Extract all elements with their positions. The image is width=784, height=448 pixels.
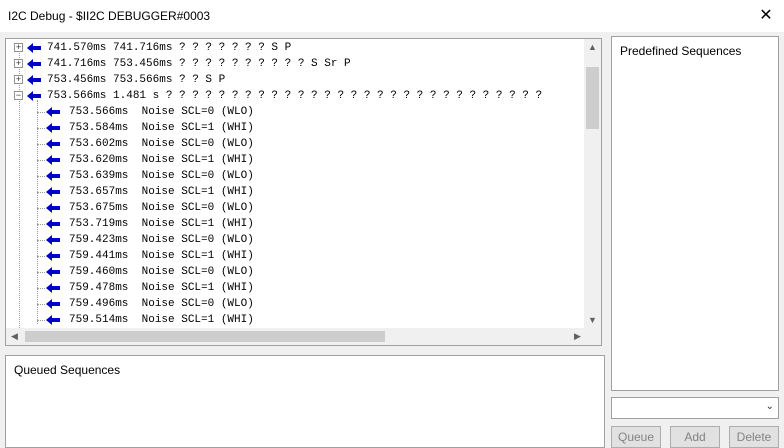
scrollbar-corner (584, 328, 601, 345)
tree-child-row[interactable]: 759.423ms Noise SCL=0 (WLO) (46, 232, 566, 248)
tree-rows: +741.570ms 741.716ms ? ? ? ? ? ? ? S P +7… (6, 39, 586, 331)
close-icon[interactable]: ✕ (756, 6, 776, 26)
delete-button[interactable]: Delete (729, 426, 779, 448)
plus-icon[interactable]: + (14, 43, 23, 52)
predefined-sequences-list[interactable]: Predefined Sequences (611, 36, 779, 391)
tree-connector-line (37, 240, 45, 241)
tree-row-text: 753.620ms Noise SCL=1 (WHI) (69, 154, 254, 166)
tree-row-text: 759.441ms Noise SCL=1 (WHI) (69, 250, 254, 262)
left-arrow-icon (27, 43, 41, 53)
tree-connector-line (37, 304, 45, 305)
tree-child-row[interactable]: 759.460ms Noise SCL=0 (WLO) (46, 264, 566, 280)
left-arrow-icon (46, 187, 60, 197)
tree-row-text: 759.478ms Noise SCL=1 (WHI) (69, 282, 254, 294)
tree-row-text: 759.423ms Noise SCL=0 (WLO) (69, 234, 254, 246)
add-button[interactable]: Add (670, 426, 720, 448)
minus-icon[interactable]: − (14, 91, 23, 100)
tree-connector-line (37, 272, 45, 273)
tree-connector-line (37, 144, 45, 145)
tree-row[interactable]: +741.570ms 741.716ms ? ? ? ? ? ? ? S P (14, 40, 584, 56)
left-arrow-icon (46, 299, 60, 309)
queue-button[interactable]: Queue (611, 426, 661, 448)
tree-connector-line (37, 256, 45, 257)
left-arrow-icon (46, 251, 60, 261)
tree-connector-line (37, 160, 45, 161)
tree-child-row[interactable]: 753.602ms Noise SCL=0 (WLO) (46, 136, 566, 152)
tree-child-row[interactable]: 753.657ms Noise SCL=1 (WHI) (46, 184, 566, 200)
tree-child-row[interactable]: 759.514ms Noise SCL=1 (WHI) (46, 312, 566, 328)
tree-row-text: 753.675ms Noise SCL=0 (WLO) (69, 202, 254, 214)
tree-child-row[interactable]: 759.496ms Noise SCL=0 (WLO) (46, 296, 566, 312)
tree-row[interactable]: +753.456ms 753.566ms ? ? S P (14, 72, 584, 88)
tree-row-text: 741.716ms 753.456ms ? ? ? ? ? ? ? ? ? ? … (47, 58, 351, 70)
horizontal-scrollbar[interactable]: ◀ ▶ (6, 328, 586, 345)
transaction-tree[interactable]: +741.570ms 741.716ms ? ? ? ? ? ? ? S P +7… (5, 38, 602, 346)
queued-sequences-label: Queued Sequences (14, 363, 121, 377)
title-bar: I2C Debug - $II2C DEBUGGER#0003 ✕ (0, 0, 784, 32)
predefined-sequences-label: Predefined Sequences (620, 44, 742, 58)
scroll-up-icon[interactable]: ▲ (584, 39, 601, 56)
left-arrow-icon (46, 283, 60, 293)
tree-row-text: 741.570ms 741.716ms ? ? ? ? ? ? ? S P (47, 42, 292, 54)
tree-child-row[interactable]: 759.441ms Noise SCL=1 (WHI) (46, 248, 566, 264)
tree-connector-line (37, 192, 45, 193)
left-arrow-icon (46, 267, 60, 277)
vertical-scroll-thumb[interactable] (586, 67, 599, 129)
tree-row-text: 753.639ms Noise SCL=0 (WLO) (69, 170, 254, 182)
tree-connector-line (37, 320, 45, 321)
tree-child-row[interactable]: 753.639ms Noise SCL=0 (WLO) (46, 168, 566, 184)
tree-connector-line (37, 288, 45, 289)
tree-child-row[interactable]: 753.675ms Noise SCL=0 (WLO) (46, 200, 566, 216)
window-title: I2C Debug - $II2C DEBUGGER#0003 (8, 9, 211, 23)
tree-connector-line (37, 128, 45, 129)
left-arrow-icon (46, 107, 60, 117)
horizontal-scroll-thumb[interactable] (25, 331, 385, 342)
chevron-down-icon: ⌄ (765, 401, 774, 412)
left-arrow-icon (46, 123, 60, 133)
tree-child-row[interactable]: 759.478ms Noise SCL=1 (WHI) (46, 280, 566, 296)
left-arrow-icon (46, 139, 60, 149)
sequence-select[interactable]: ⌄ (611, 397, 779, 419)
tree-row-text: 753.584ms Noise SCL=1 (WHI) (69, 122, 254, 134)
tree-row[interactable]: − 753.566ms 1.481 s ? ? ? ? ? ? ? ? ? ? ?… (14, 88, 584, 104)
scroll-down-icon[interactable]: ▼ (584, 312, 601, 329)
tree-connector-line (37, 208, 45, 209)
left-arrow-icon (46, 219, 60, 229)
left-arrow-icon (46, 155, 60, 165)
tree-connector-line (37, 112, 45, 113)
tree-row[interactable]: +741.716ms 753.456ms ? ? ? ? ? ? ? ? ? ?… (14, 56, 584, 72)
plus-icon[interactable]: + (14, 59, 23, 68)
tree-connector-line (37, 100, 38, 324)
scroll-left-icon[interactable]: ◀ (6, 328, 23, 345)
tree-child-row[interactable]: 753.566ms Noise SCL=0 (WLO) (46, 104, 566, 120)
tree-row-text: 759.460ms Noise SCL=0 (WLO) (69, 266, 254, 278)
left-arrow-icon (46, 235, 60, 245)
tree-row-text: 753.456ms 753.566ms ? ? S P (47, 74, 226, 86)
plus-icon[interactable]: + (14, 75, 23, 84)
tree-child-row[interactable]: 753.620ms Noise SCL=1 (WHI) (46, 152, 566, 168)
left-arrow-icon (46, 315, 60, 325)
vertical-scrollbar[interactable]: ▲ ▼ (584, 39, 601, 329)
left-arrow-icon (27, 59, 41, 69)
left-arrow-icon (27, 91, 41, 101)
tree-child-row[interactable]: 753.719ms Noise SCL=1 (WHI) (46, 216, 566, 232)
left-arrow-icon (46, 171, 60, 181)
tree-row-text: 753.719ms Noise SCL=1 (WHI) (69, 218, 254, 230)
tree-child-row[interactable]: 753.584ms Noise SCL=1 (WHI) (46, 120, 566, 136)
tree-row-text: 759.514ms Noise SCL=1 (WHI) (69, 314, 254, 326)
left-arrow-icon (27, 75, 41, 85)
left-arrow-icon (46, 203, 60, 213)
tree-row-text: 759.496ms Noise SCL=0 (WLO) (69, 298, 254, 310)
tree-row-text: 753.566ms Noise SCL=0 (WLO) (69, 106, 254, 118)
tree-row-text: 753.566ms 1.481 s ? ? ? ? ? ? ? ? ? ? ? … (47, 90, 543, 102)
tree-row-text: 753.657ms Noise SCL=1 (WHI) (69, 186, 254, 198)
queued-sequences-list[interactable]: Queued Sequences (5, 355, 605, 448)
tree-row-text: 753.602ms Noise SCL=0 (WLO) (69, 138, 254, 150)
tree-connector-line (37, 224, 45, 225)
tree-connector-line (37, 176, 45, 177)
